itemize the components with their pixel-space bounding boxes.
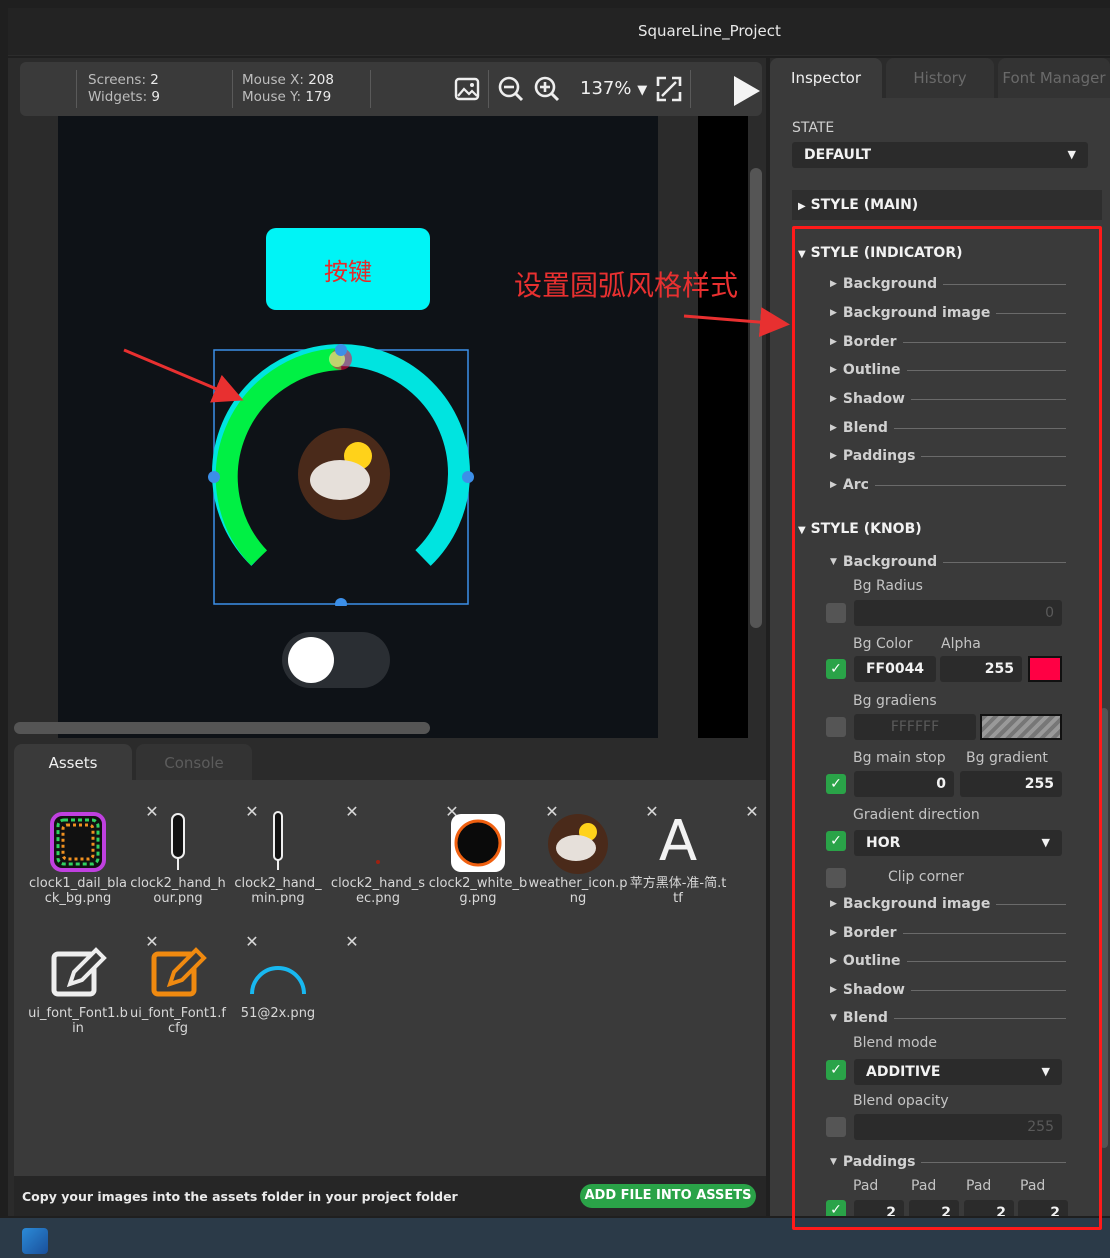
assets-grid: clock1_dail_black_bg.png ✕ clock2_hand_h… bbox=[14, 780, 766, 1176]
state-value: DEFAULT bbox=[804, 147, 872, 163]
caret-down-icon: ▼ bbox=[637, 83, 648, 98]
canvas-vertical-scrollbar[interactable] bbox=[750, 168, 762, 628]
asset-thumbnail bbox=[248, 940, 308, 1004]
asset-name: 51@2x.png bbox=[240, 1006, 316, 1021]
zoom-dropdown[interactable]: 137% ▼ bbox=[580, 78, 647, 99]
tab-assets[interactable]: Assets bbox=[14, 744, 132, 782]
asset-name: clock2_hand_min.png bbox=[234, 876, 322, 906]
asset-name: ui_font_Font1.fcfg bbox=[129, 1006, 226, 1036]
mouse-position: Mouse X: 208 Mouse Y: 179 bbox=[242, 72, 334, 106]
asset-item[interactable]: A 苹方黑体-准-简.ttf bbox=[628, 809, 728, 907]
asset-thumbnail bbox=[348, 810, 408, 874]
section-title: STYLE (MAIN) bbox=[810, 197, 919, 213]
remove-asset-icon[interactable]: ✕ bbox=[302, 932, 402, 951]
tab-font-manager[interactable]: Font Manager bbox=[998, 58, 1110, 98]
selection-handle-bottom bbox=[335, 598, 347, 606]
switch-widget[interactable] bbox=[282, 632, 390, 688]
mouse-x-label: Mouse X: bbox=[242, 72, 304, 88]
asset-name: clock2_white_bg.png bbox=[428, 876, 528, 906]
asset-thumbnail bbox=[48, 810, 108, 874]
toolbar-divider bbox=[370, 70, 371, 108]
app-root: SquareLine_Project Screens: 2 Widgets: 9… bbox=[0, 0, 1110, 1258]
button-widget[interactable]: 按键 bbox=[266, 228, 430, 310]
mouse-y-value: 179 bbox=[305, 89, 332, 105]
bottom-tabs: Assets Console bbox=[8, 744, 766, 784]
asset-item[interactable]: clock1_dail_black_bg.png bbox=[28, 810, 128, 906]
caret-right-icon: ▶ bbox=[798, 201, 806, 212]
edit-file-icon bbox=[48, 940, 108, 1004]
window-title: SquareLine_Project bbox=[638, 22, 781, 40]
image-icon[interactable] bbox=[452, 74, 482, 104]
section-style-main[interactable]: ▶ STYLE (MAIN) bbox=[792, 190, 1102, 220]
button-widget-label: 按键 bbox=[324, 257, 372, 286]
widgets-count: 9 bbox=[151, 89, 161, 105]
tab-history[interactable]: History bbox=[886, 58, 994, 98]
asset-name: clock1_dail_black_bg.png bbox=[29, 876, 127, 906]
highlight-box bbox=[792, 226, 1102, 1230]
asset-name: ui_font_Font1.bin bbox=[28, 1006, 128, 1036]
asset-thumbnail bbox=[448, 810, 508, 874]
selection-handle-right bbox=[462, 471, 474, 483]
zoom-in-icon[interactable] bbox=[532, 74, 562, 104]
asset-item[interactable]: clock2_hand_sec.png bbox=[328, 810, 428, 906]
fit-screen-icon[interactable] bbox=[654, 74, 684, 104]
asset-item[interactable]: clock2_hand_hour.png bbox=[128, 810, 228, 906]
toolbar-divider bbox=[690, 70, 691, 108]
play-icon[interactable] bbox=[734, 76, 760, 106]
selection-handle-left bbox=[208, 471, 220, 483]
annotation-text: 设置圆弧风格样式 bbox=[514, 269, 739, 302]
inspector-tabs: Inspector History Font Manager bbox=[770, 58, 1110, 98]
title-bar: SquareLine_Project bbox=[8, 8, 1110, 56]
asset-thumbnail bbox=[248, 810, 308, 874]
mouse-x-value: 208 bbox=[308, 72, 334, 88]
zoom-out-icon[interactable] bbox=[496, 74, 526, 104]
asset-item[interactable]: weather_icon.png bbox=[528, 810, 628, 906]
cloud-icon bbox=[310, 460, 370, 500]
screen-widget-stats: Screens: 2 Widgets: 9 bbox=[88, 72, 160, 106]
arc-widget[interactable] bbox=[204, 342, 478, 606]
state-dropdown[interactable]: DEFAULT ▼ bbox=[792, 142, 1088, 168]
tab-console[interactable]: Console bbox=[136, 744, 252, 782]
asset-thumbnail bbox=[548, 810, 608, 874]
asset-item[interactable]: clock2_white_bg.png bbox=[428, 810, 528, 906]
asset-item[interactable]: ui_font_Font1.bin bbox=[28, 940, 128, 1036]
toolbar-divider bbox=[488, 70, 489, 108]
asset-name: weather_icon.png bbox=[528, 876, 628, 906]
assets-footer: Copy your images into the assets folder … bbox=[14, 1176, 766, 1216]
mouse-y-label: Mouse Y: bbox=[242, 89, 302, 105]
asset-item[interactable]: 51@2x.png bbox=[228, 940, 328, 1021]
selection-handle-top bbox=[335, 344, 347, 356]
asset-item[interactable]: ui_font_Font1.fcfg bbox=[128, 940, 228, 1036]
tab-inspector[interactable]: Inspector bbox=[770, 58, 882, 98]
widgets-label: Widgets: bbox=[88, 89, 148, 105]
asset-name: 苹方黑体-准-简.ttf bbox=[629, 876, 727, 906]
add-file-button[interactable]: ADD FILE INTO ASSETS bbox=[580, 1184, 756, 1208]
switch-knob bbox=[288, 637, 334, 683]
screens-label: Screens: bbox=[88, 72, 146, 88]
font-file-icon: A bbox=[658, 809, 698, 874]
canvas-horizontal-scrollbar[interactable] bbox=[14, 722, 430, 734]
asset-item[interactable]: clock2_hand_min.png bbox=[228, 810, 328, 906]
editor-toolbar: Screens: 2 Widgets: 9 Mouse X: 208 Mouse… bbox=[20, 62, 762, 116]
asset-name: clock2_hand_sec.png bbox=[330, 876, 426, 906]
app-logo-icon[interactable] bbox=[22, 1228, 48, 1254]
assets-hint: Copy your images into the assets folder … bbox=[22, 1189, 458, 1204]
asset-thumbnail bbox=[148, 810, 208, 874]
caret-down-icon: ▼ bbox=[1067, 148, 1076, 161]
zoom-level: 137% bbox=[580, 78, 632, 99]
asset-name: clock2_hand_hour.png bbox=[130, 876, 226, 906]
toolbar-divider bbox=[76, 70, 77, 108]
state-label: STATE bbox=[792, 120, 835, 136]
screens-count: 2 bbox=[150, 72, 159, 88]
edit-file-icon bbox=[148, 940, 208, 1004]
toolbar-divider bbox=[232, 70, 233, 108]
canvas-outside-area bbox=[698, 116, 748, 738]
